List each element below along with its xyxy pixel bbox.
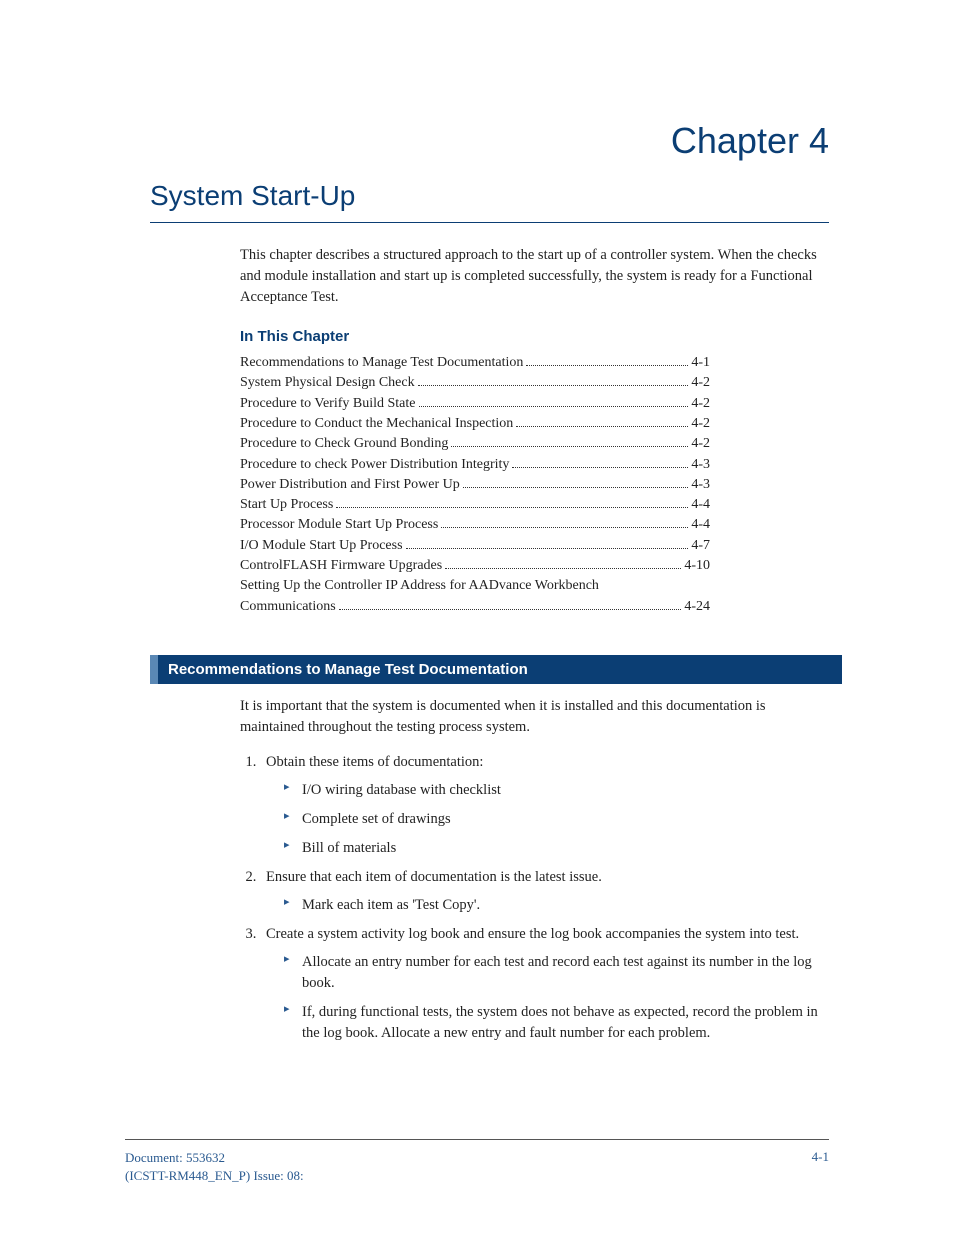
bullet-list: Allocate an entry number for each test a… xyxy=(266,952,829,1044)
toc-leader xyxy=(339,609,682,610)
toc-label: ControlFLASH Firmware Upgrades xyxy=(240,556,442,576)
section-heading: Recommendations to Manage Test Documenta… xyxy=(150,655,842,684)
bullet-item: Mark each item as 'Test Copy'. xyxy=(284,895,829,916)
footer-rule xyxy=(125,1139,829,1140)
footer-issue: (ICSTT-RM448_EN_P) Issue: 08: xyxy=(125,1167,304,1185)
chapter-number: Chapter 4 xyxy=(150,120,829,162)
bullet-item: Complete set of drawings xyxy=(284,809,829,830)
toc-page: 4-2 xyxy=(691,373,710,393)
toc-leader xyxy=(445,568,681,569)
toc-page: 4-2 xyxy=(691,434,710,454)
step-text: Obtain these items of documentation: xyxy=(266,754,483,770)
section-intro: It is important that the system is docum… xyxy=(240,696,829,738)
step-text: Ensure that each item of documentation i… xyxy=(266,869,602,885)
toc-entry: Power Distribution and First Power Up 4-3 xyxy=(240,475,710,495)
toc-page: 4-3 xyxy=(691,455,710,475)
step-item: Ensure that each item of documentation i… xyxy=(260,867,829,916)
bullet-item: Bill of materials xyxy=(284,838,829,859)
bullet-item: I/O wiring database with checklist xyxy=(284,780,829,801)
chapter-intro: This chapter describes a structured appr… xyxy=(240,245,829,308)
chapter-title: System Start-Up xyxy=(150,180,829,223)
toc-leader xyxy=(336,507,688,508)
bullet-item: If, during functional tests, the system … xyxy=(284,1002,829,1044)
toc-entry: Start Up Process 4-4 xyxy=(240,495,710,515)
table-of-contents: Recommendations to Manage Test Documenta… xyxy=(240,353,710,617)
toc-page: 4-2 xyxy=(691,414,710,434)
toc-page: 4-7 xyxy=(691,536,710,556)
step-item: Create a system activity log book and en… xyxy=(260,924,829,1044)
toc-leader xyxy=(463,487,689,488)
toc-entry: ControlFLASH Firmware Upgrades 4-10 xyxy=(240,556,710,576)
toc-label: System Physical Design Check xyxy=(240,373,415,393)
footer-page: 4-1 xyxy=(812,1149,829,1185)
toc-label: Start Up Process xyxy=(240,495,333,515)
toc-page: 4-10 xyxy=(684,556,710,576)
in-this-chapter-heading: In This Chapter xyxy=(240,328,829,345)
toc-entry: Procedure to Check Ground Bonding 4-2 xyxy=(240,434,710,454)
toc-label: Setting Up the Controller IP Address for… xyxy=(240,576,710,596)
page-footer: Document: 553632 (ICSTT-RM448_EN_P) Issu… xyxy=(125,1149,829,1185)
bullet-list: I/O wiring database with checklist Comple… xyxy=(266,780,829,859)
toc-label: Processor Module Start Up Process xyxy=(240,515,438,535)
toc-page: 4-3 xyxy=(691,475,710,495)
toc-entry: Setting Up the Controller IP Address for… xyxy=(240,576,710,617)
toc-page: 4-4 xyxy=(691,495,710,515)
toc-leader xyxy=(441,527,688,528)
toc-label: Recommendations to Manage Test Documenta… xyxy=(240,353,523,373)
toc-label: Procedure to Check Ground Bonding xyxy=(240,434,448,454)
toc-leader xyxy=(512,467,688,468)
toc-page: 4-1 xyxy=(691,353,710,373)
toc-label: I/O Module Start Up Process xyxy=(240,536,403,556)
toc-entry: I/O Module Start Up Process 4-7 xyxy=(240,536,710,556)
bullet-list: Mark each item as 'Test Copy'. xyxy=(266,895,829,916)
toc-entry: Procedure to Verify Build State 4-2 xyxy=(240,394,710,414)
steps-list: Obtain these items of documentation: I/O … xyxy=(240,752,829,1043)
toc-page: 4-2 xyxy=(691,394,710,414)
toc-leader xyxy=(526,365,688,366)
toc-label: Power Distribution and First Power Up xyxy=(240,475,460,495)
toc-entry: Procedure to check Power Distribution In… xyxy=(240,455,710,475)
toc-leader xyxy=(418,385,689,386)
document-page: Chapter 4 System Start-Up This chapter d… xyxy=(0,0,954,1235)
toc-entry: Recommendations to Manage Test Documenta… xyxy=(240,353,710,373)
toc-label: Procedure to check Power Distribution In… xyxy=(240,455,509,475)
toc-label: Procedure to Conduct the Mechanical Insp… xyxy=(240,414,513,434)
toc-page: 4-24 xyxy=(684,597,710,617)
toc-entry: System Physical Design Check 4-2 xyxy=(240,373,710,393)
bullet-item: Allocate an entry number for each test a… xyxy=(284,952,829,994)
toc-entry: Processor Module Start Up Process 4-4 xyxy=(240,515,710,535)
toc-label: Procedure to Verify Build State xyxy=(240,394,416,414)
toc-leader xyxy=(451,446,688,447)
toc-leader xyxy=(516,426,688,427)
toc-leader xyxy=(419,406,689,407)
toc-leader xyxy=(406,548,689,549)
step-item: Obtain these items of documentation: I/O … xyxy=(260,752,829,859)
toc-label: Communications xyxy=(240,597,336,617)
toc-entry: Procedure to Conduct the Mechanical Insp… xyxy=(240,414,710,434)
footer-doc: Document: 553632 xyxy=(125,1149,304,1167)
toc-page: 4-4 xyxy=(691,515,710,535)
step-text: Create a system activity log book and en… xyxy=(266,926,799,942)
